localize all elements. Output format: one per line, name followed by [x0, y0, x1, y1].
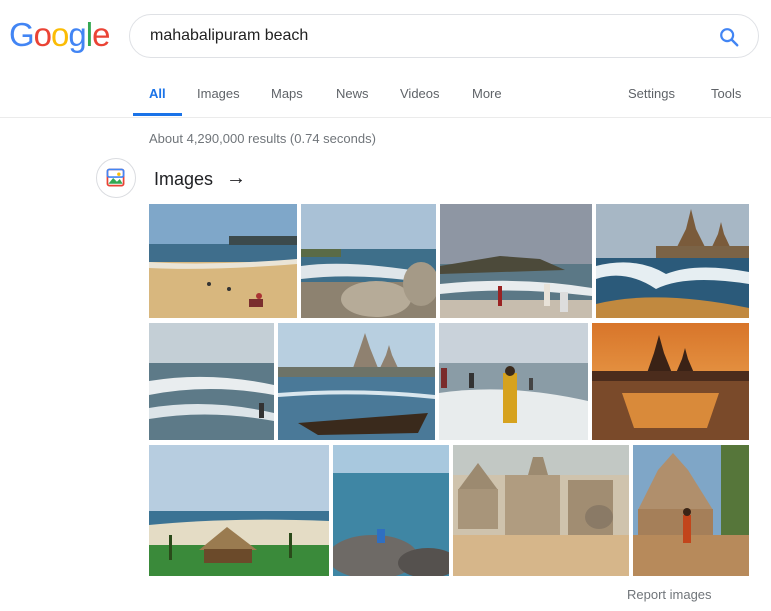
- image-thumbnail-rathas-monuments[interactable]: [453, 445, 629, 576]
- search-tabs: All Images Maps News Videos More Setting…: [0, 77, 771, 118]
- logo-letter: o: [51, 16, 69, 53]
- image-thumbnail-beach-crowd[interactable]: [149, 204, 297, 318]
- image-thumbnail-ratha-temple[interactable]: [633, 445, 749, 576]
- images-section-title[interactable]: Images: [154, 169, 213, 190]
- search-input[interactable]: [150, 15, 710, 57]
- image-thumbnail-rocks-shore[interactable]: [301, 204, 436, 318]
- tab-settings[interactable]: Settings: [628, 86, 675, 101]
- logo-letter: g: [68, 16, 86, 53]
- tab-videos[interactable]: Videos: [400, 86, 440, 101]
- search-icon[interactable]: [718, 26, 740, 48]
- images-section-icon: [96, 158, 136, 198]
- tab-maps[interactable]: Maps: [271, 86, 303, 101]
- logo-letter: G: [9, 16, 35, 53]
- tab-news[interactable]: News: [336, 86, 369, 101]
- image-thumbnail-shore-temple-waves[interactable]: [596, 204, 749, 318]
- result-stats: About 4,290,000 results (0.74 seconds): [149, 131, 376, 146]
- logo-letter: o: [33, 16, 52, 53]
- search-box[interactable]: [129, 14, 759, 58]
- image-thumbnail-people-waves[interactable]: [439, 323, 588, 440]
- arrow-right-icon[interactable]: →: [226, 167, 246, 190]
- tab-more[interactable]: More: [472, 86, 502, 101]
- tab-tools[interactable]: Tools: [711, 86, 741, 101]
- image-thumbnail-waves-breaking[interactable]: [149, 323, 274, 440]
- logo-letter: e: [92, 16, 110, 53]
- image-thumbnail-sea-rocks[interactable]: [333, 445, 449, 576]
- google-logo[interactable]: Google: [9, 15, 110, 55]
- image-icon: [106, 168, 125, 187]
- image-thumbnail-waves-people[interactable]: [440, 204, 592, 318]
- tab-all[interactable]: All: [149, 86, 166, 101]
- tab-images[interactable]: Images: [197, 86, 240, 101]
- image-thumbnail-temple-boats[interactable]: [278, 323, 435, 440]
- report-images-link[interactable]: Report images: [627, 587, 712, 602]
- image-thumbnail-temple-sunset[interactable]: [592, 323, 749, 440]
- active-tab-indicator: [133, 113, 182, 116]
- image-thumbnail-beach-resort[interactable]: [149, 445, 329, 576]
